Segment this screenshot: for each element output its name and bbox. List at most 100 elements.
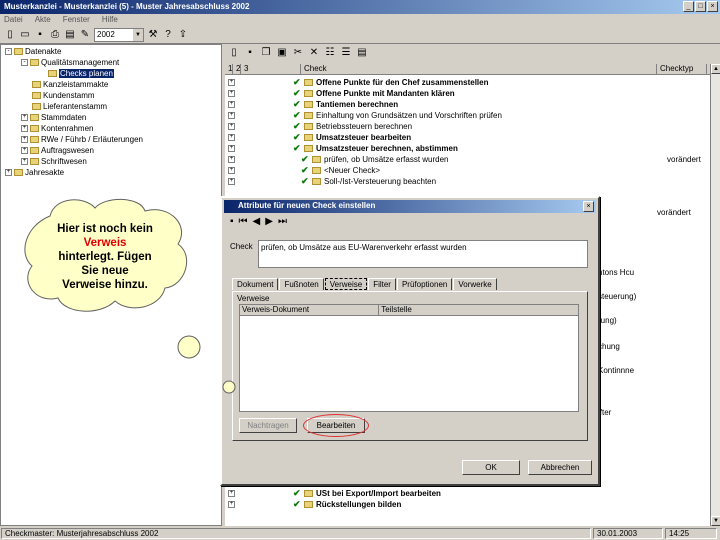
check-mark-icon[interactable]: ✔ <box>293 488 301 499</box>
last-record-icon[interactable]: ⏭ <box>278 216 287 227</box>
cancel-button[interactable]: Abbrechen <box>528 460 592 475</box>
cut-icon[interactable]: ✂ <box>292 47 304 59</box>
check-mark-icon[interactable]: ✔ <box>301 154 309 165</box>
expand-icon[interactable]: + <box>228 178 235 185</box>
scroll-down-icon[interactable]: ▼ <box>711 516 720 526</box>
expand-icon[interactable]: + <box>228 490 235 497</box>
expand-icon[interactable]: + <box>228 134 235 141</box>
tab-verweise[interactable]: Verweise <box>324 278 368 290</box>
tab-vorwerke[interactable]: Vorwerke <box>453 278 497 290</box>
minimize-button[interactable]: _ <box>683 1 694 12</box>
check-mark-icon[interactable]: ✔ <box>293 499 301 510</box>
table-row[interactable]: + ✔ Tantiemen berechnen <box>228 99 708 110</box>
dialog-close-button[interactable]: × <box>583 201 594 212</box>
menu-item[interactable]: Fenster <box>63 15 90 25</box>
list-icon[interactable]: ▤ <box>356 47 368 59</box>
print-icon[interactable]: ⎙ <box>49 29 61 41</box>
help-icon[interactable]: ? <box>162 29 174 41</box>
expand-icon[interactable]: + <box>228 90 235 97</box>
new-file-icon[interactable]: ▯ <box>4 29 16 41</box>
expand-icon[interactable]: + <box>228 101 235 108</box>
expand-icon[interactable]: + <box>21 125 28 132</box>
tab-dokument[interactable]: Dokument <box>232 278 279 290</box>
table-row[interactable]: + ✔ Umsatzsteuer bearbeiten <box>228 132 708 143</box>
ok-button[interactable]: OK <box>462 460 520 475</box>
expand-icon[interactable]: + <box>228 156 235 163</box>
expand-icon[interactable]: + <box>228 123 235 130</box>
edit-icon[interactable]: ✎ <box>79 29 91 41</box>
table-row[interactable]: + ✔ Einhaltung von Grundsätzen und Vorschr… <box>228 110 708 121</box>
tree-item[interactable]: + Auftragswesen <box>21 146 94 155</box>
first-record-icon[interactable]: ⏮ <box>239 216 248 227</box>
tree-item[interactable]: - Datenakte <box>5 47 61 56</box>
paste-icon[interactable]: ▣ <box>276 47 288 59</box>
tree-item[interactable]: + Jahresakte <box>5 168 64 177</box>
table-row[interactable]: + ✔ <Neuer Check> <box>228 165 708 176</box>
save-icon[interactable]: ▪ <box>34 29 46 41</box>
delete-icon[interactable]: ✕ <box>308 47 320 59</box>
save-icon[interactable]: ▪ <box>244 47 256 59</box>
menu-item[interactable]: Hilfe <box>102 15 118 25</box>
year-select[interactable]: 2002 ▼ <box>94 27 144 42</box>
save-icon[interactable]: ▪ <box>230 216 234 227</box>
tree-item[interactable]: + Kontenrahmen <box>21 124 93 133</box>
tab-prüfoptionen[interactable]: Prüfoptionen <box>396 278 453 290</box>
check-mark-icon[interactable]: ✔ <box>293 77 301 88</box>
menu-item[interactable]: Datei <box>4 15 23 25</box>
table-row[interactable]: + ✔ Offene Punkte für den Chef zusammenste… <box>228 77 708 88</box>
expand-icon[interactable]: + <box>228 167 235 174</box>
new-icon[interactable]: ▯ <box>228 47 240 59</box>
tab-fußnoten[interactable]: Fußnoten <box>279 278 324 290</box>
col-header-check[interactable]: Check <box>301 64 657 74</box>
check-mark-icon[interactable]: ✔ <box>293 88 301 99</box>
vertical-scrollbar[interactable]: ▲ ▼ <box>710 64 720 526</box>
tree-item[interactable]: Lieferantenstamm <box>21 102 107 111</box>
maximize-button[interactable]: □ <box>695 1 706 12</box>
collapse-icon[interactable]: - <box>21 59 28 66</box>
table-row[interactable]: + ✔ Umsatzsteuer berechnen, abstimmen <box>228 143 708 154</box>
check-text-field[interactable]: prüfen, ob Umsätze aus EU-Warenverkehr e… <box>258 240 588 268</box>
tree-item[interactable]: Kanzleistammakte <box>21 80 108 89</box>
preview-icon[interactable]: ▤ <box>64 29 76 41</box>
tree-item[interactable]: + Stammdaten <box>21 113 86 122</box>
open-folder-icon[interactable]: ▭ <box>19 29 31 41</box>
expand-icon[interactable]: + <box>21 158 28 165</box>
col-verweis-dokument[interactable]: Verweis-Dokument <box>240 305 380 315</box>
check-mark-icon[interactable]: ✔ <box>293 132 301 143</box>
copy-icon[interactable]: ❐ <box>260 47 272 59</box>
tools-icon[interactable]: ⚒ <box>147 29 159 41</box>
upload-icon[interactable]: ⇪ <box>177 29 189 41</box>
tree-item[interactable]: - Qualitätsmanagement <box>21 58 119 67</box>
check-mark-icon[interactable]: ✔ <box>293 110 301 121</box>
close-button[interactable]: × <box>707 1 718 12</box>
check-mark-icon[interactable]: ✔ <box>301 176 309 187</box>
expand-icon[interactable]: + <box>228 112 235 119</box>
tree-item[interactable]: Kundenstamm <box>21 91 95 100</box>
scroll-up-icon[interactable]: ▲ <box>711 64 720 74</box>
table-row[interactable]: + ✔ Soll-/Ist-Versteuerung beachten <box>228 176 708 187</box>
table-row[interactable]: + ✔ prüfen, ob Umsätze erfasst wurden vorän… <box>228 154 708 165</box>
expand-icon[interactable]: + <box>228 145 235 152</box>
table-row[interactable]: + ✔ USt bei Export/Import bearbeiten <box>228 488 708 499</box>
properties-icon[interactable]: ☷ <box>324 47 336 59</box>
expand-icon[interactable]: + <box>228 501 235 508</box>
tab-filter[interactable]: Filter <box>368 278 396 290</box>
expand-icon[interactable]: + <box>21 136 28 143</box>
verweise-table[interactable]: Verweis-Dokument Teilstelle <box>239 304 579 412</box>
tree-item[interactable]: + Schriftwesen <box>21 157 87 166</box>
col-header-1[interactable]: 1 <box>225 64 233 74</box>
col-header-3[interactable]: 3 <box>241 64 301 74</box>
details-icon[interactable]: ☰ <box>340 47 352 59</box>
check-mark-icon[interactable]: ✔ <box>293 121 301 132</box>
check-mark-icon[interactable]: ✔ <box>301 165 309 176</box>
table-row[interactable]: + ✔ Rückstellungen bilden <box>228 499 708 510</box>
table-row[interactable]: + ✔ Offene Punkte mit Mandanten klären <box>228 88 708 99</box>
expand-icon[interactable]: + <box>228 79 235 86</box>
tree-item[interactable]: Checks planen <box>37 69 114 78</box>
table-row[interactable]: + ✔ Betriebssteuern berechnen <box>228 121 708 132</box>
col-header-checktyp[interactable]: Checktyp <box>657 64 707 74</box>
collapse-icon[interactable]: - <box>5 48 12 55</box>
check-mark-icon[interactable]: ✔ <box>293 99 301 110</box>
col-teilstelle[interactable]: Teilstelle <box>379 305 578 315</box>
previous-record-icon[interactable]: ◀ <box>253 216 261 227</box>
